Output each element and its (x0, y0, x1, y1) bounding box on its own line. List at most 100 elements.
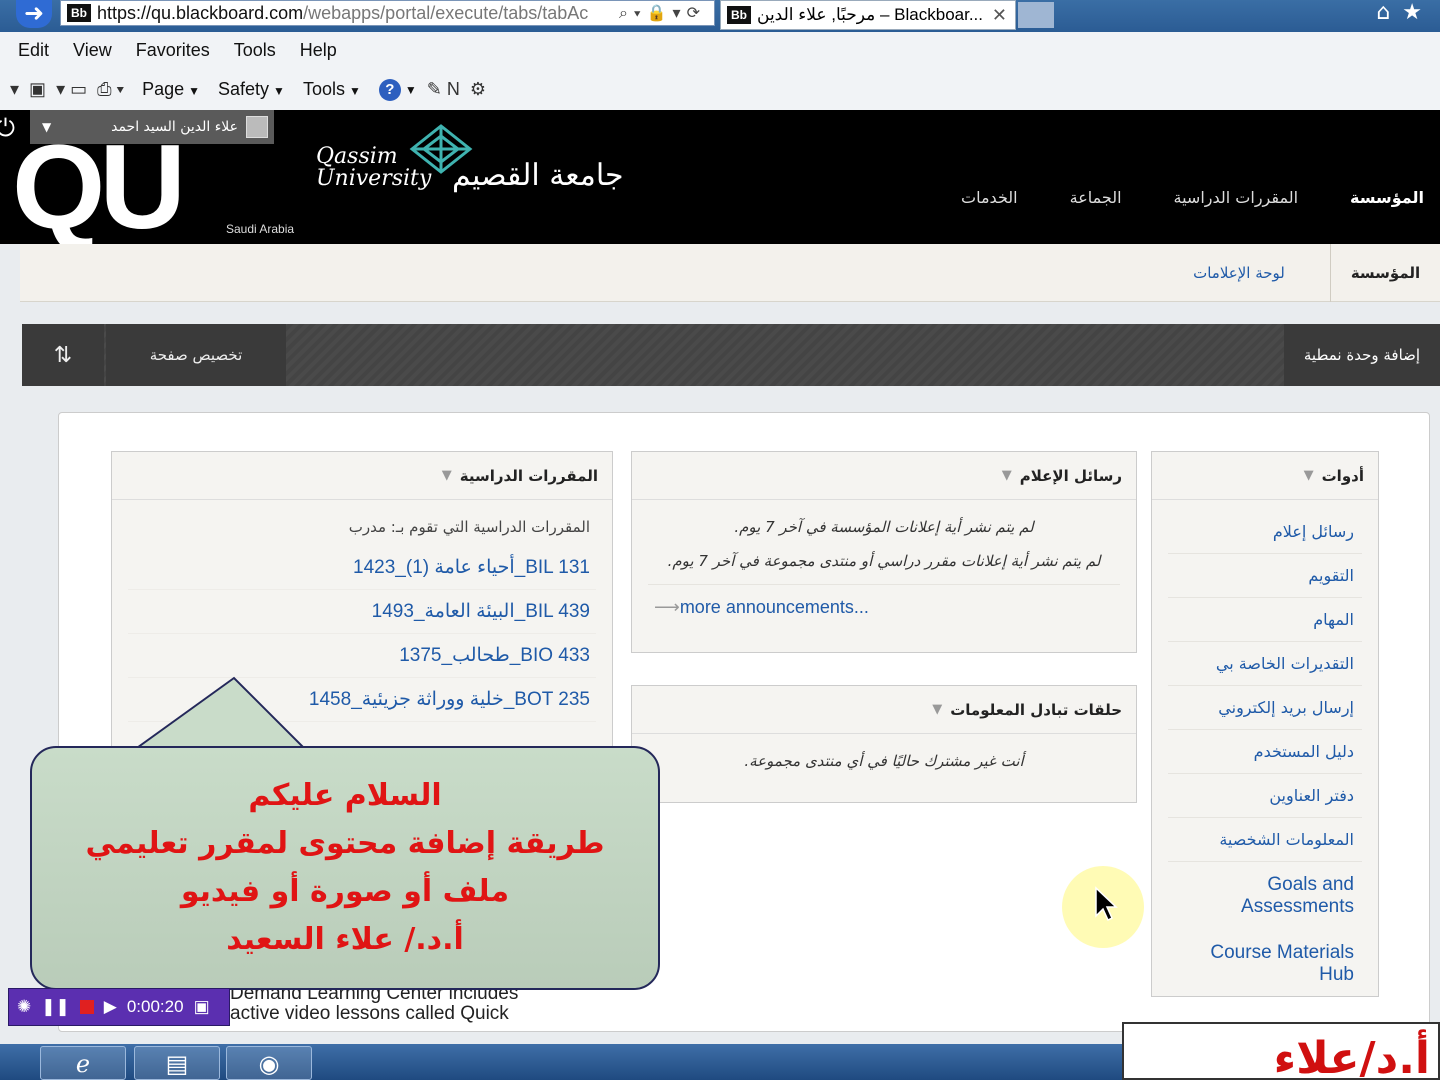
screen-recorder: ✺ ❚❚ ▶ 0:00:20 ▣ (8, 988, 230, 1026)
help-icon[interactable]: ? ▼ (378, 78, 417, 101)
nav-institution[interactable]: المؤسسة (1350, 188, 1424, 207)
announcements-body: لم يتم نشر أية إعلانات المؤسسة في آخر 7 … (632, 500, 1136, 640)
chevron-down-icon[interactable]: ▼ (1002, 468, 1012, 483)
author-watermark: أ.د/علاء السعيد (1122, 1022, 1440, 1080)
print-icon[interactable]: ⎙ ▾ (97, 79, 124, 100)
rss-feed-icon[interactable]: ▣ (29, 79, 46, 100)
menu-tools[interactable]: Tools (234, 40, 276, 61)
callout-topic: طريقة إضافة محتوى لمقرر تعليمي (85, 826, 605, 861)
close-tab-icon[interactable]: ✕ (984, 5, 1015, 26)
course-link[interactable]: BIO 433_طحالب_1375 (128, 634, 596, 678)
nav-services[interactable]: الخدمات (961, 188, 1018, 207)
nav-community[interactable]: الجماعة (1070, 188, 1122, 207)
menu-edit[interactable]: Edit (18, 40, 49, 61)
course-link[interactable]: BIL 439_البيئة العامة_1493 (128, 590, 596, 634)
customize-page-button[interactable]: تخصيص صفحة (106, 324, 286, 386)
cmd-tools[interactable]: Tools ▼ (303, 79, 361, 100)
address-url[interactable]: https://qu.blackboard.com/webapps/portal… (97, 3, 619, 24)
tab-favicon-icon: Bb (727, 6, 751, 24)
tool-personal-info[interactable]: المعلومات الشخصية (1168, 818, 1362, 862)
home-favorites-icons[interactable]: ⌂★ (1376, 0, 1434, 25)
callout-subtopic: ملف أو صورة أو فيديو (180, 874, 510, 909)
browser-tab[interactable]: Bb مرحبًا, علاء الدين – Blackboar... ✕ (720, 0, 1016, 30)
tab-institution[interactable]: المؤسسة (1330, 244, 1440, 302)
cmd-page[interactable]: Page ▼ (142, 79, 200, 100)
command-bar: ▾ ▣ ▾ ▭ ⎙ ▾ Page ▼ Safety ▼ Tools ▼ ? ▼ ✎ N … (0, 68, 1440, 110)
tool-user-directory[interactable]: دليل المستخدم (1168, 730, 1362, 774)
tool-my-grades[interactable]: التقديرات الخاصة بي (1168, 642, 1362, 686)
tools-title: أدوات (1321, 466, 1364, 485)
chevron-down-icon[interactable]: ▼ (932, 702, 942, 717)
menu-help[interactable]: Help (300, 40, 337, 61)
blackboard-favicon-icon: Bb (67, 4, 91, 22)
learning-center-text: Demand Learning Center includes active v… (230, 983, 519, 1024)
explorer-taskbar-icon[interactable]: ▤ (134, 1046, 220, 1080)
more-announcements-link[interactable]: ⟶more announcements... (648, 584, 1120, 630)
groups-module: حلقات تبادل المعلومات ▼ أنت غير مشترك حا… (631, 685, 1137, 803)
callout-pointer (132, 676, 308, 750)
pause-icon[interactable]: ❚❚ (41, 997, 70, 1017)
browser-titlebar: ➜ Bb https://qu.blackboard.com/webapps/p… (0, 0, 1440, 32)
play-icon[interactable]: ▶ (104, 997, 117, 1017)
add-module-button[interactable]: إضافة وحدة نمطية (1284, 324, 1440, 386)
minimize-icon[interactable]: ▣ (194, 997, 210, 1017)
tool-tasks[interactable]: المهام (1168, 598, 1362, 642)
blackboard-header: ⏻ ▼ علاء الدين السيد احمد QU Saudi Arabi… (0, 110, 1440, 254)
announcements-module: رسائل الإعلام ▼ لم يتم نشر أية إعلانات ا… (631, 451, 1137, 653)
firefox-taskbar-icon[interactable]: ◉ (226, 1046, 312, 1080)
tool-send-email[interactable]: إرسال بريد إلكتروني (1168, 686, 1362, 730)
announcement-course-empty: لم يتم نشر أية إعلانات مقرر دراسي أو منت… (667, 552, 1101, 570)
tab-title: مرحبًا, علاء الدين – Blackboar... (757, 5, 983, 24)
top-nav: المؤسسة المقررات الدراسية الجماعة الخدما… (909, 188, 1424, 207)
tool-course-materials-hub[interactable]: Course Materials Hub (1168, 930, 1362, 998)
address-bar[interactable]: Bb https://qu.blackboard.com/webapps/por… (60, 0, 715, 26)
course-link[interactable]: BIL 131_أحياء عامة (1)_1423 (128, 546, 596, 590)
menu-favorites[interactable]: Favorites (136, 40, 210, 61)
courses-subtitle: المقررات الدراسية التي تقوم بـ: مدرب (348, 518, 590, 536)
tab-dashboard[interactable]: لوحة الإعلامات (1154, 244, 1324, 302)
callout-text: السلام عليكم طريقة إضافة محتوى لمقرر تعل… (32, 772, 658, 964)
qu-logo: QU (12, 120, 186, 254)
callout-author: أ.د./ علاء السعيد (226, 922, 464, 957)
chevron-down-icon[interactable]: ▼ (1304, 468, 1314, 483)
read-mail-caret-icon[interactable]: ▾ ▭ (56, 79, 87, 100)
announcements-title: رسائل الإعلام (1019, 466, 1122, 485)
avatar (246, 116, 268, 138)
tools-module-header[interactable]: أدوات ▼ (1152, 452, 1378, 500)
groups-title: حلقات تبادل المعلومات (950, 700, 1122, 719)
reorder-icon[interactable]: ⇅ (22, 324, 104, 386)
mouse-pointer-icon (1095, 886, 1118, 922)
tutorial-callout: السلام عليكم طريقة إضافة محتوى لمقرر تعل… (30, 746, 660, 990)
tool-address-book[interactable]: دفتر العناوين (1168, 774, 1362, 818)
dropdown-caret-icon[interactable]: ▾ (10, 79, 19, 100)
address-actions-icon[interactable]: ⌕▾🔒▾⟳ (619, 3, 714, 23)
recorder-spinner-icon: ✺ (17, 997, 32, 1016)
nav-courses[interactable]: المقررات الدراسية (1174, 188, 1299, 207)
tools-module: أدوات ▼ رسائل إعلام التقويم المهام التقد… (1151, 451, 1379, 997)
courses-title: المقررات الدراسية (459, 466, 598, 485)
tool-announcements[interactable]: رسائل إعلام (1168, 510, 1362, 554)
groups-module-header[interactable]: حلقات تبادل المعلومات ▼ (632, 686, 1136, 734)
courses-module-header[interactable]: المقررات الدراسية ▼ (112, 452, 612, 500)
onenote-icon[interactable]: ✎ N (427, 79, 460, 100)
recorder-time: 0:00:20 (126, 997, 184, 1016)
announcement-institution-empty: لم يتم نشر أية إعلانات المؤسسة في آخر 7 … (734, 518, 1034, 536)
groups-empty-text: أنت غير مشترك حاليًا في أي منتدى مجموعة. (744, 752, 1024, 770)
back-arrow-icon[interactable]: ➜ (16, 0, 52, 28)
chevron-down-icon[interactable]: ▼ (442, 468, 452, 483)
university-name-ar: جامعة القصيم (452, 158, 624, 193)
tool-goals-assessments[interactable]: Goals and Assessments (1168, 862, 1362, 930)
cmd-safety[interactable]: Safety ▼ (218, 79, 285, 100)
tool-calendar[interactable]: التقويم (1168, 554, 1362, 598)
action-bar: ⇅ تخصيص صفحة إضافة وحدة نمطية (22, 324, 1440, 386)
menu-view[interactable]: View (73, 40, 112, 61)
research-icon[interactable]: ⚙ (470, 79, 486, 100)
tools-list: رسائل إعلام التقويم المهام التقديرات الخ… (1152, 500, 1378, 1008)
new-tab-button[interactable] (1018, 2, 1054, 28)
ie-taskbar-icon[interactable]: ℯ (40, 1046, 126, 1080)
announcements-module-header[interactable]: رسائل الإعلام ▼ (632, 452, 1136, 500)
logo-subtitle: Saudi Arabia (226, 222, 295, 236)
groups-body: أنت غير مشترك حاليًا في أي منتدى مجموعة. (632, 734, 1136, 788)
stop-icon[interactable] (79, 1000, 94, 1014)
sub-tabs: المؤسسة لوحة الإعلامات (20, 244, 1440, 302)
